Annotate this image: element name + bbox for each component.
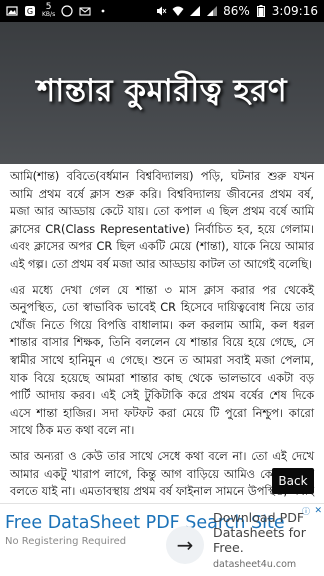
speed-unit: KB/s — [42, 11, 56, 18]
ad-close-icon[interactable]: ✕ — [314, 506, 322, 516]
image-notification-icon — [6, 5, 18, 17]
speed-value: 5 — [45, 2, 52, 12]
whatsapp-icon — [61, 5, 73, 17]
status-bar: G 5 KB/s 86% 3:09:16 — [0, 0, 324, 22]
status-right: 86% 3:09:16 — [155, 4, 318, 18]
paragraph-2: এর মধ্যে দেখা গেল যে শান্তা ৩ মাস ক্লাস … — [10, 283, 314, 438]
wifi-icon — [172, 5, 184, 17]
hero-banner: শান্তার কুমারীত্ব হরণ — [0, 22, 324, 164]
ad-arrow-icon[interactable]: → — [166, 526, 204, 564]
ad-headline[interactable]: Free DataSheet PDF Search Site — [5, 512, 285, 534]
network-speed: 5 KB/s — [42, 3, 55, 19]
paragraph-3: আর অন্যরা ও কেউ তার সাথে সেধে কথা বলে না… — [10, 449, 314, 503]
battery-icon — [255, 5, 267, 17]
signal-icon — [189, 5, 201, 17]
app-notification-icon: G — [24, 5, 36, 17]
mute-icon — [155, 5, 167, 17]
story-title: শান্তার কুমারীত্ব হরণ — [36, 73, 288, 109]
paragraph-1: আমি(শান্ত) ববিতে(বর্ধমান বিশ্ববিদ্যালয়)… — [10, 170, 314, 271]
svg-text:G: G — [27, 7, 33, 16]
clock: 3:09:16 — [271, 4, 318, 18]
more-dots-icon — [97, 5, 109, 17]
back-button[interactable]: Back — [272, 468, 314, 494]
ad-banner[interactable]: Free DataSheet PDF Search Site No Regist… — [0, 503, 324, 576]
article-body[interactable]: আমি(শান্ত) ববিতে(বর্ধমান বিশ্ববিদ্যালয়)… — [0, 164, 324, 503]
mail-icon — [79, 5, 91, 17]
ad-url[interactable]: datasheet4u.com — [213, 559, 319, 570]
signal-icon-2 — [206, 5, 218, 17]
battery-percent: 86% — [223, 4, 250, 18]
ad-info-icon[interactable]: ⓘ — [302, 506, 310, 517]
ad-right-block[interactable]: Download PDF Datasheets for Free. datash… — [213, 510, 319, 570]
status-left: G 5 KB/s — [6, 3, 109, 19]
ad-subline: No Registering Required — [5, 536, 127, 547]
ad-left-block[interactable]: Free DataSheet PDF Search Site No Regist… — [5, 512, 285, 547]
